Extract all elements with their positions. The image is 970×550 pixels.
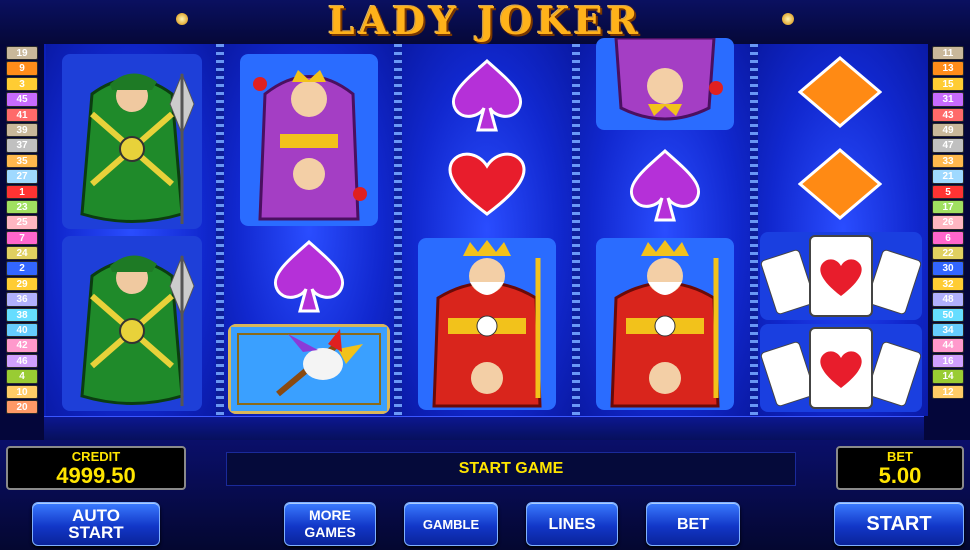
bet-value: 5.00 — [878, 463, 922, 488]
payline-number: 1 — [6, 184, 38, 199]
payline-number: 38 — [6, 307, 38, 323]
lines-button[interactable]: LINES — [526, 502, 618, 546]
payline-number: 24 — [6, 246, 38, 261]
payline-number: 12 — [932, 384, 964, 399]
joker-jester-symbol — [228, 324, 390, 414]
payline-number: 21 — [932, 169, 964, 184]
diamond-symbol — [798, 56, 882, 128]
payline-number: 49 — [932, 122, 964, 138]
jack-symbol — [62, 54, 202, 229]
reel-area — [44, 38, 928, 416]
payline-number: 19 — [6, 46, 38, 61]
payline-number: 32 — [932, 276, 964, 292]
queen-symbol — [596, 38, 734, 130]
payline-number: 27 — [6, 169, 38, 184]
payline-number: 40 — [6, 323, 38, 338]
payline-number: 10 — [6, 384, 38, 399]
spade-symbol — [620, 148, 710, 223]
payline-number: 25 — [6, 215, 38, 230]
payline-number: 42 — [6, 338, 38, 353]
spade-symbol — [442, 58, 532, 133]
payline-number: 4 — [6, 369, 38, 384]
jack-symbol — [62, 236, 202, 411]
payline-number: 7 — [6, 230, 38, 246]
king-symbol — [596, 238, 734, 410]
credit-value: 4999.50 — [56, 463, 136, 488]
payline-number: 46 — [6, 353, 38, 369]
payline-number: 13 — [932, 61, 964, 76]
payline-number: 14 — [932, 369, 964, 384]
status-message: START GAME — [226, 452, 796, 486]
payline-number: 15 — [932, 76, 964, 92]
heart-symbol — [442, 148, 532, 218]
ace-fan-symbol — [760, 324, 922, 412]
credit-label: CREDIT — [71, 449, 121, 464]
reel-divider — [394, 44, 402, 416]
payline-number: 50 — [932, 307, 964, 323]
payline-number: 34 — [932, 323, 964, 338]
credit-display: CREDIT 4999.50 — [6, 446, 186, 490]
payline-number: 35 — [6, 153, 38, 169]
queen-symbol — [240, 54, 378, 226]
payline-number: 3 — [6, 76, 38, 92]
payline-number: 23 — [6, 199, 38, 215]
reel-divider — [750, 44, 758, 416]
payline-number: 31 — [932, 92, 964, 107]
payline-number: 11 — [932, 46, 964, 61]
reel-divider — [572, 44, 580, 416]
spade-symbol — [264, 239, 354, 314]
king-symbol — [418, 238, 556, 410]
payline-number: 17 — [932, 199, 964, 215]
reel-bottom-strip — [44, 416, 924, 440]
payline-number: 33 — [932, 153, 964, 169]
start-button[interactable]: START — [834, 502, 964, 546]
more-games-button[interactable]: MORE GAMES — [284, 502, 376, 546]
payline-number: 41 — [6, 107, 38, 122]
diamond-symbol — [798, 148, 882, 220]
title-bar: LADY JOKER — [0, 0, 970, 44]
payline-number: 2 — [6, 261, 38, 276]
ace-fan-symbol — [760, 232, 922, 320]
payline-number: 48 — [932, 292, 964, 307]
payline-number: 20 — [6, 399, 38, 415]
payline-indicators-left: 19 9 3 45 41 39 37 35 27 1 23 25 7 24 2 29 36 38 40 42 46 4 10… — [6, 46, 38, 415]
payline-number: 47 — [932, 138, 964, 153]
payline-number: 6 — [932, 230, 964, 246]
game-title: LADY JOKER — [327, 0, 643, 43]
payline-number: 5 — [932, 184, 964, 199]
payline-number: 9 — [6, 61, 38, 76]
payline-number: 36 — [6, 292, 38, 307]
payline-number: 16 — [932, 353, 964, 369]
title-ornament-right — [782, 13, 794, 25]
payline-number: 22 — [932, 246, 964, 261]
payline-number: 44 — [932, 338, 964, 353]
auto-start-button[interactable]: AUTO START — [32, 502, 160, 546]
gamble-button[interactable]: GAMBLE — [404, 502, 498, 546]
payline-number: 43 — [932, 107, 964, 122]
bet-label: BET — [887, 449, 913, 464]
payline-number: 37 — [6, 138, 38, 153]
payline-indicators-right: 11 13 15 31 43 49 47 33 21 5 17 26 6 22 30 32 48 50 34 44 16… — [932, 46, 964, 414]
bet-display: BET 5.00 — [836, 446, 964, 490]
reel-divider — [216, 44, 224, 416]
payline-number: 45 — [6, 92, 38, 107]
payline-number: 26 — [932, 215, 964, 230]
payline-number: 29 — [6, 276, 38, 292]
payline-number: 39 — [6, 122, 38, 138]
payline-number: 30 — [932, 261, 964, 276]
bet-button[interactable]: BET — [646, 502, 740, 546]
